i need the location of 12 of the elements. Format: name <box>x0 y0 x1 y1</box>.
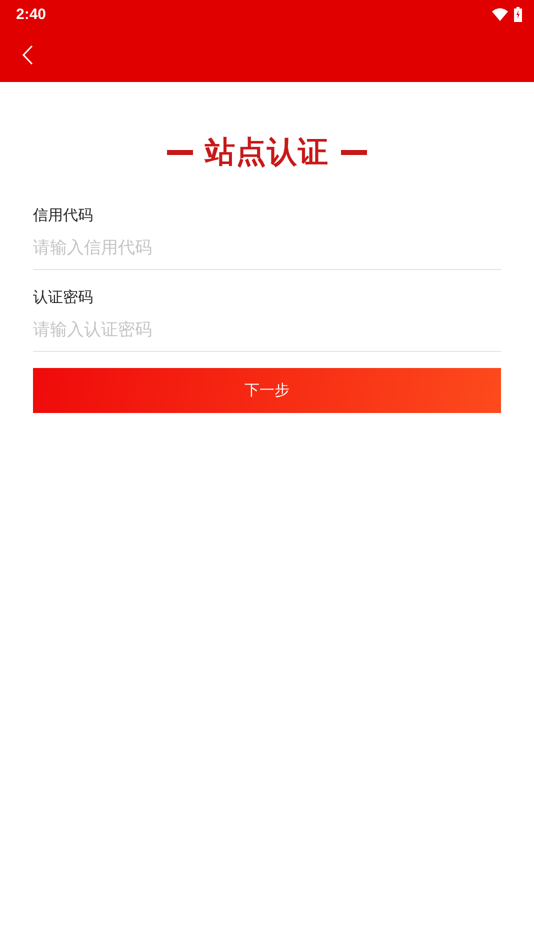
dash-icon <box>341 150 367 154</box>
field-label: 认证密码 <box>33 287 93 308</box>
dash-icon <box>167 150 193 154</box>
battery-icon <box>514 6 522 22</box>
input-field[interactable]: 请输入信用代码 <box>33 226 501 270</box>
input-field[interactable]: 请输入认证密码 <box>33 308 501 352</box>
chevron-left-icon <box>22 45 33 65</box>
page-title: 站点认证 <box>205 134 329 172</box>
next-button[interactable]: 下一步 <box>33 368 501 413</box>
status-time: 2:40 <box>16 6 46 22</box>
wifi-icon <box>492 8 508 20</box>
field-label: 信用代码 <box>33 205 93 226</box>
